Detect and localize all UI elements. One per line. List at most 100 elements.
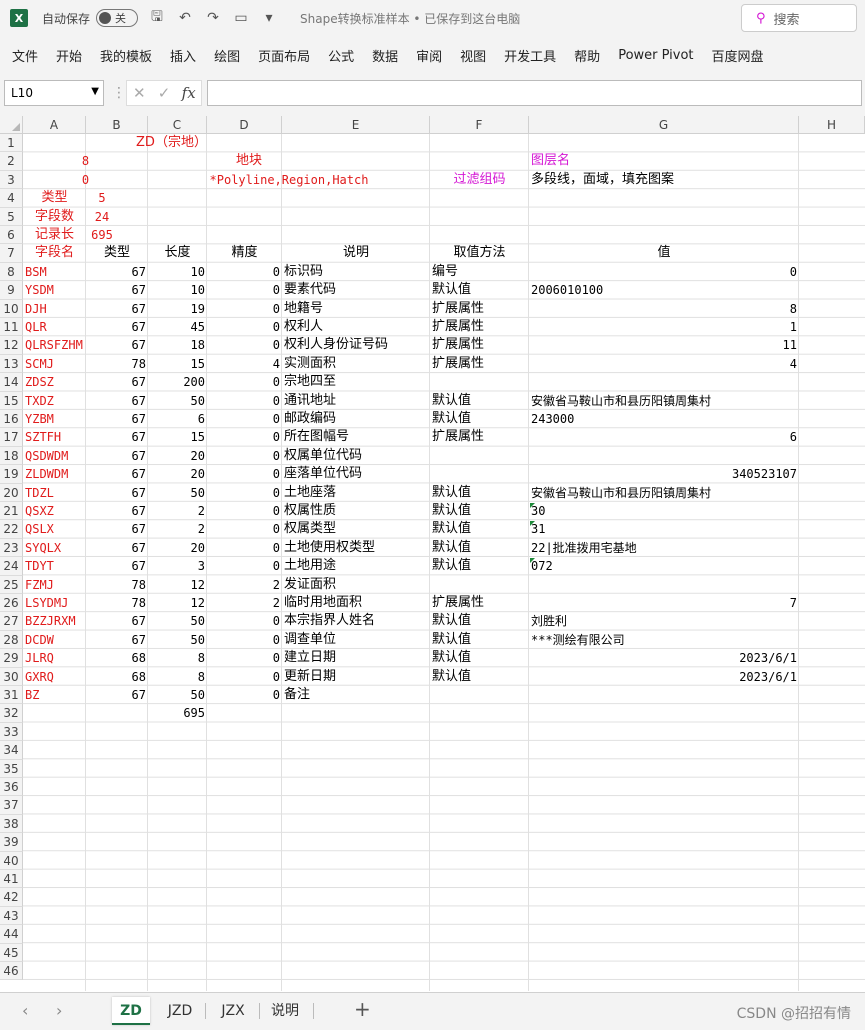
field-length[interactable]: 15: [148, 355, 207, 373]
field-name[interactable]: GXRQ: [23, 668, 86, 686]
row-header-16[interactable]: 16: [0, 410, 23, 429]
row-header-37[interactable]: 37: [0, 796, 23, 815]
field-description[interactable]: 土地用途: [282, 557, 430, 575]
field-method[interactable]: 默认值: [430, 410, 529, 428]
field-value[interactable]: 安徽省马鞍山市和县历阳镇周集村: [529, 392, 799, 410]
cell-c3[interactable]: *Polyline,Region,Hatch: [148, 171, 430, 189]
field-type[interactable]: 67: [86, 465, 148, 483]
field-type[interactable]: 68: [86, 649, 148, 667]
field-length[interactable]: 10: [148, 263, 207, 281]
row-header-21[interactable]: 21: [0, 502, 23, 521]
field-method[interactable]: [430, 576, 529, 594]
row-header-15[interactable]: 15: [0, 391, 23, 410]
table-header-4[interactable]: 说明: [282, 244, 430, 262]
field-description[interactable]: 权属单位代码: [282, 447, 430, 465]
tab-power-pivot[interactable]: Power Pivot: [618, 48, 693, 63]
field-type[interactable]: 67: [86, 428, 148, 446]
row-header-3[interactable]: 3: [0, 170, 23, 190]
tab-developer[interactable]: 开发工具: [504, 46, 556, 65]
cell-a5[interactable]: 字段数: [23, 208, 86, 226]
field-type[interactable]: 67: [86, 373, 148, 391]
row-header-40[interactable]: 40: [0, 851, 23, 870]
field-type[interactable]: 67: [86, 484, 148, 502]
undo-icon[interactable]: ↶: [176, 10, 194, 26]
row-header-43[interactable]: 43: [0, 906, 23, 926]
row-header-1[interactable]: 1: [0, 134, 23, 153]
field-method[interactable]: 扩展属性: [430, 355, 529, 373]
field-precision[interactable]: 0: [207, 428, 282, 446]
field-method[interactable]: 默认值: [430, 557, 529, 575]
tab-insert[interactable]: 插入: [170, 46, 196, 65]
row-header-12[interactable]: 12: [0, 336, 23, 355]
field-value[interactable]: 8: [529, 300, 799, 318]
field-description[interactable]: 标识码: [282, 263, 430, 281]
add-sheet-button[interactable]: +: [354, 997, 371, 1021]
field-type[interactable]: 67: [86, 392, 148, 410]
row-header-39[interactable]: 39: [0, 833, 23, 852]
field-type[interactable]: 67: [86, 612, 148, 630]
field-description[interactable]: 权利人: [282, 318, 430, 336]
row-header-22[interactable]: 22: [0, 520, 23, 539]
field-value[interactable]: 刘胜利: [529, 612, 799, 630]
field-length[interactable]: 15: [148, 428, 207, 446]
table-header-6[interactable]: 值: [529, 244, 799, 262]
field-description[interactable]: 备注: [282, 686, 430, 704]
field-value[interactable]: 0: [529, 263, 799, 281]
field-name[interactable]: ZDSZ: [23, 373, 86, 391]
field-type[interactable]: 67: [86, 502, 148, 520]
field-type[interactable]: 78: [86, 355, 148, 373]
field-name[interactable]: BSM: [23, 263, 86, 281]
row-header-9[interactable]: 9: [0, 281, 23, 300]
field-method[interactable]: 默认值: [430, 631, 529, 649]
tab-data[interactable]: 数据: [372, 46, 398, 65]
field-method[interactable]: [430, 447, 529, 465]
row-header-35[interactable]: 35: [0, 759, 23, 778]
row-header-31[interactable]: 31: [0, 686, 23, 705]
field-value[interactable]: 2023/6/1: [529, 668, 799, 686]
row-header-14[interactable]: 14: [0, 373, 23, 392]
sheet-tab-jzx[interactable]: JZX: [212, 997, 254, 1025]
field-name[interactable]: FZMJ: [23, 576, 86, 594]
cell-b6[interactable]: 695: [86, 226, 118, 244]
tab-home[interactable]: 开始: [56, 46, 82, 65]
row-header-29[interactable]: 29: [0, 649, 23, 668]
total-length[interactable]: 695: [148, 704, 207, 722]
field-precision[interactable]: 0: [207, 539, 282, 557]
column-header-c[interactable]: C: [148, 116, 207, 134]
field-value[interactable]: 2006010100: [529, 281, 799, 299]
column-header-h[interactable]: H: [799, 116, 865, 134]
confirm-icon[interactable]: ✓: [152, 84, 177, 102]
field-length[interactable]: 3: [148, 557, 207, 575]
field-precision[interactable]: 0: [207, 612, 282, 630]
field-name[interactable]: BZZJRXM: [23, 612, 86, 630]
row-header-33[interactable]: 33: [0, 722, 23, 742]
field-length[interactable]: 12: [148, 576, 207, 594]
row-header-41[interactable]: 41: [0, 870, 23, 889]
field-length[interactable]: 10: [148, 281, 207, 299]
field-type[interactable]: 67: [86, 300, 148, 318]
field-method[interactable]: 默认值: [430, 520, 529, 538]
chevron-down-icon[interactable]: ▼: [91, 86, 99, 97]
field-method[interactable]: 编号: [430, 263, 529, 281]
field-name[interactable]: TXDZ: [23, 392, 86, 410]
sheet-tab-jzd[interactable]: JZD: [158, 997, 202, 1025]
field-value[interactable]: 2023/6/1: [529, 649, 799, 667]
cell-a6[interactable]: 记录长: [23, 226, 86, 244]
field-precision[interactable]: 0: [207, 668, 282, 686]
field-method[interactable]: [430, 686, 529, 704]
field-length[interactable]: 8: [148, 668, 207, 686]
field-precision[interactable]: 0: [207, 447, 282, 465]
table-header-1[interactable]: 类型: [86, 244, 148, 262]
field-precision[interactable]: 0: [207, 281, 282, 299]
field-length[interactable]: 50: [148, 484, 207, 502]
field-description[interactable]: 实测面积: [282, 355, 430, 373]
field-value[interactable]: [529, 447, 799, 465]
field-type[interactable]: 78: [86, 594, 148, 612]
column-header-f[interactable]: F: [430, 116, 529, 134]
insert-function-icon[interactable]: fx: [176, 84, 201, 102]
field-description[interactable]: 土地使用权类型: [282, 539, 430, 557]
field-value[interactable]: 340523107: [529, 465, 799, 483]
field-type[interactable]: 67: [86, 557, 148, 575]
field-description[interactable]: 地籍号: [282, 300, 430, 318]
cell-area[interactable]: ZD（宗地） 8 地块 图层名 0 *Polyline,Region,Hatch 过滤组码多…: [23, 134, 865, 991]
